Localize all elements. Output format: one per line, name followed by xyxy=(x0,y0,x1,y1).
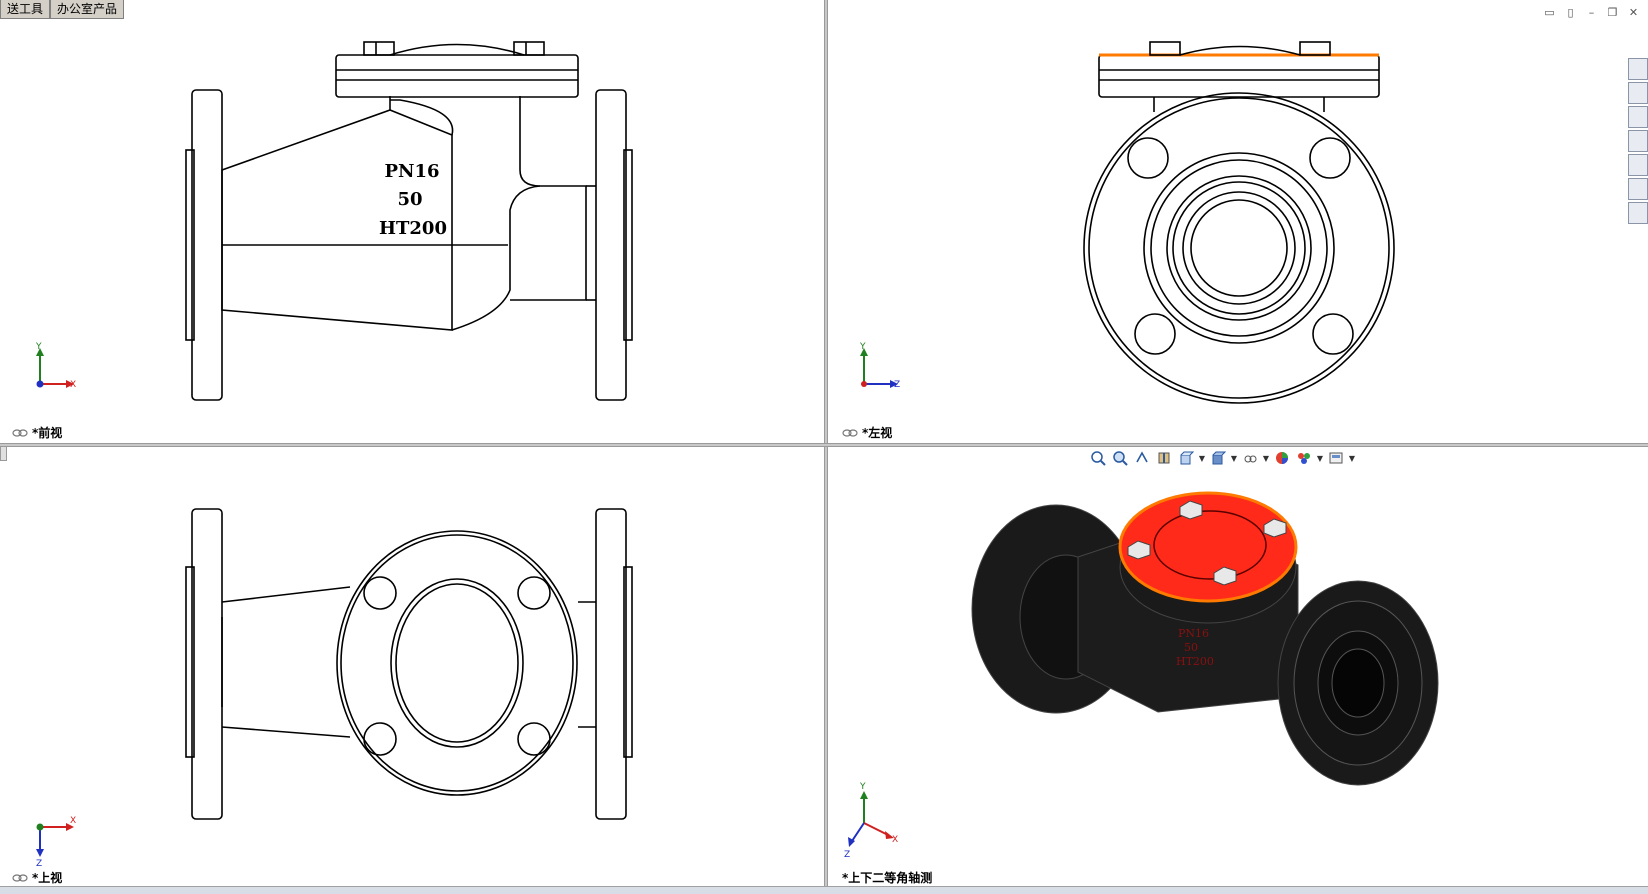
axis-triad-top: X Z xyxy=(36,816,76,869)
axis-triad-iso: Y X Z xyxy=(844,782,898,860)
view-orientation-dropdown[interactable]: ▼ xyxy=(1198,454,1206,463)
view-label-front: *前视 xyxy=(12,424,62,441)
link-views-icon xyxy=(12,873,28,882)
tab-office-products[interactable]: 办公室产品 xyxy=(50,0,125,19)
tile-horizontal-icon[interactable]: ▭ xyxy=(1543,6,1556,19)
view-name-left: *左视 xyxy=(862,426,893,440)
axis-label-z: Z xyxy=(844,850,850,860)
view-settings-icon[interactable] xyxy=(1326,448,1346,468)
axis-label-x: X xyxy=(70,380,76,390)
marking-size: 50 xyxy=(397,189,422,210)
heads-up-view-toolbar: ▼ ▼ ▼ ▼ ▼ xyxy=(1088,448,1356,468)
view-palette-icon[interactable] xyxy=(1628,154,1648,176)
zoom-to-fit-icon[interactable] xyxy=(1088,448,1108,468)
view-label-iso: *上下二等角轴测 xyxy=(842,869,932,886)
appearances-icon[interactable] xyxy=(1628,178,1648,200)
axis-label-z: Z xyxy=(894,380,900,390)
view-settings-dropdown[interactable]: ▼ xyxy=(1348,454,1356,463)
viewport-isometric[interactable]: PN16 50 HT200 Y X Z *上下二等角轴测 xyxy=(828,447,1648,886)
restore-icon[interactable]: ❐ xyxy=(1606,6,1619,19)
axis-triad-left: Y Z xyxy=(859,342,900,390)
view-orientation-icon[interactable] xyxy=(1176,448,1196,468)
custom-properties-icon[interactable] xyxy=(1628,202,1648,224)
viewport-top[interactable]: X Z *上视 xyxy=(0,447,824,886)
edit-appearance-icon[interactable] xyxy=(1272,448,1292,468)
link-views-icon xyxy=(12,428,28,437)
previous-view-icon[interactable] xyxy=(1132,448,1152,468)
iso-marking-material: HT200 xyxy=(1176,655,1214,668)
panel-collapse-handle[interactable] xyxy=(0,447,7,461)
iso-marking-pressure: PN16 xyxy=(1178,627,1209,640)
status-strip xyxy=(0,886,1648,894)
viewport-front[interactable]: PN16 50 HT200 Y X *前视 xyxy=(0,0,824,443)
view-label-left: *左视 xyxy=(842,424,892,441)
view-label-top: *上视 xyxy=(12,869,62,886)
view-name-iso: *上下二等角轴测 xyxy=(842,871,933,885)
iso-marking-size: 50 xyxy=(1184,641,1198,654)
design-library-icon[interactable] xyxy=(1628,82,1648,104)
axis-label-x: X xyxy=(70,816,76,826)
tile-vertical-icon[interactable]: ▯ xyxy=(1564,6,1577,19)
axis-label-z: Z xyxy=(36,859,42,869)
axis-label-y: Y xyxy=(859,342,866,352)
front-view-drawing: PN16 50 HT200 Y X xyxy=(35,41,633,401)
minimize-icon[interactable]: – xyxy=(1585,6,1598,19)
zoom-to-area-icon[interactable] xyxy=(1110,448,1130,468)
solidworks-resources-icon[interactable] xyxy=(1628,58,1648,80)
window-controls: ▭ ▯ – ❐ ✕ xyxy=(1543,6,1640,19)
view-name-front: *前视 xyxy=(32,426,63,440)
marking-pressure: PN16 xyxy=(384,161,439,182)
left-view-drawing: Y Z xyxy=(859,41,1395,404)
display-style-dropdown[interactable]: ▼ xyxy=(1230,454,1238,463)
task-pane-tabs xyxy=(1628,58,1648,224)
file-explorer-icon[interactable] xyxy=(1628,106,1648,128)
axis-label-y: Y xyxy=(35,342,42,352)
close-icon[interactable]: ✕ xyxy=(1627,6,1640,19)
view-name-top: *上视 xyxy=(32,871,63,885)
axis-label-y: Y xyxy=(859,782,866,792)
axis-label-x: X xyxy=(892,835,898,845)
hide-show-items-icon[interactable] xyxy=(1240,448,1260,468)
tab-tools[interactable]: 送工具 xyxy=(0,0,51,19)
apply-scene-icon[interactable] xyxy=(1294,448,1314,468)
viewport-left[interactable]: Y Z *左视 ▭ ▯ – ❐ ✕ xyxy=(828,0,1648,443)
command-manager-tabs: 送工具 办公室产品 xyxy=(0,0,125,19)
isometric-view-drawing: PN16 50 HT200 Y X Z xyxy=(844,491,1439,860)
link-views-icon xyxy=(842,428,858,437)
horizontal-splitter[interactable] xyxy=(0,443,1648,447)
axis-triad-front: Y X xyxy=(35,342,76,390)
section-view-icon[interactable] xyxy=(1154,448,1174,468)
top-view-drawing: X Z xyxy=(36,508,633,869)
apply-scene-dropdown[interactable]: ▼ xyxy=(1316,454,1324,463)
folder-icon[interactable] xyxy=(1628,130,1648,152)
display-style-icon[interactable] xyxy=(1208,448,1228,468)
hide-show-dropdown[interactable]: ▼ xyxy=(1262,454,1270,463)
marking-material: HT200 xyxy=(379,218,447,239)
